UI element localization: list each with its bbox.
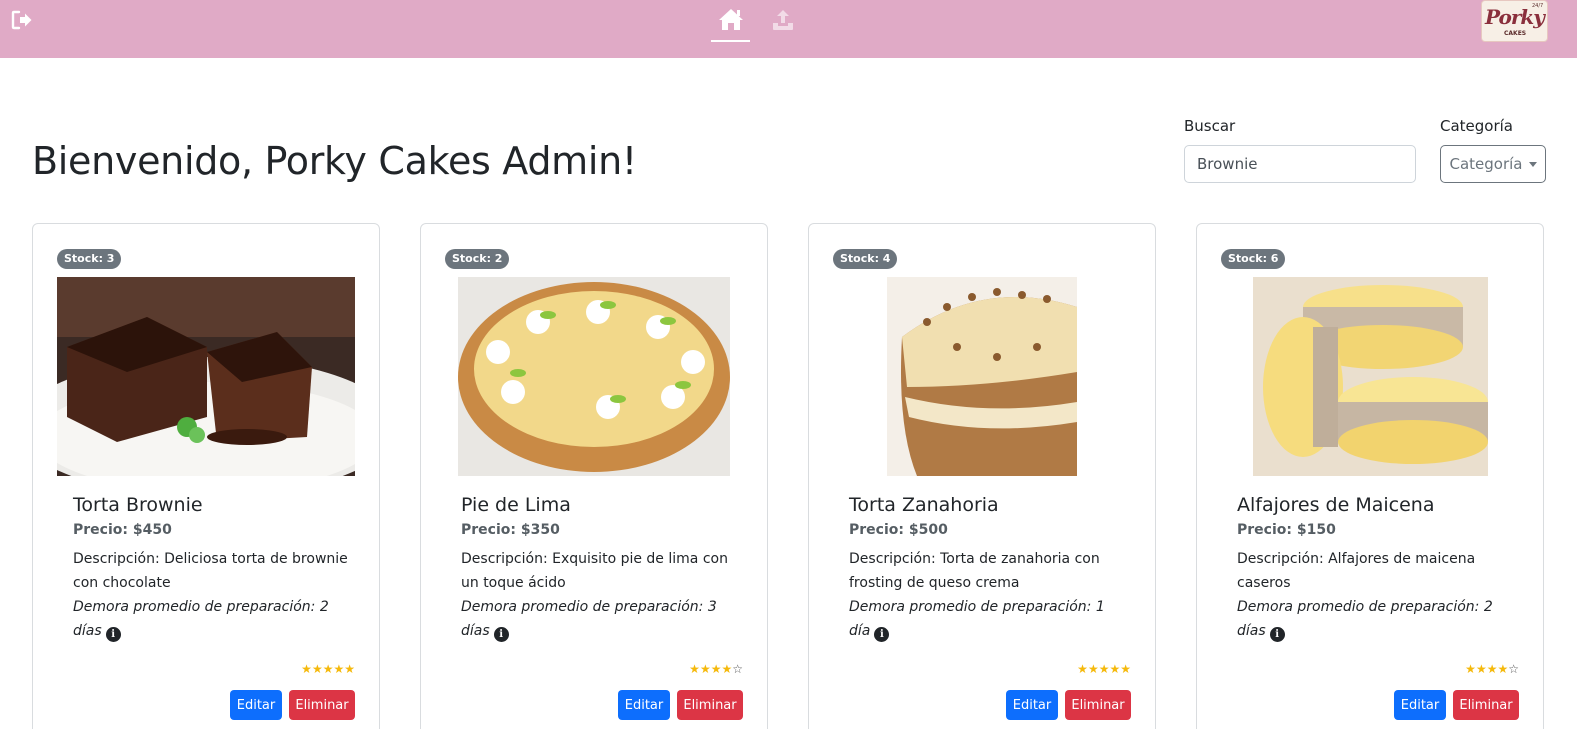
star-icon: ★ [710,662,722,676]
product-title: Pie de Lima [461,494,571,516]
search-input[interactable] [1184,145,1416,183]
product-description: Descripción: Exquisito pie de lima con u… [461,551,728,591]
product-card: Stock: 4 Torta Zanahoria Precio: $500 De… [808,223,1156,729]
product-description: Descripción: Torta de zanahoria con fros… [849,551,1100,591]
product-price: Precio: $450 [73,522,172,538]
star-rating: ★★★★☆ [1465,662,1519,676]
product-card: Stock: 3 Torta Brownie Precio: $450 Desc… [32,223,380,729]
alfajores-image [1253,277,1488,476]
delete-button[interactable]: Eliminar [1065,690,1131,720]
star-icon: ★ [301,662,312,676]
navbar: Porky CAKES 24/7 [0,0,1577,58]
star-icon: ★ [1497,662,1509,676]
star-icon: ★ [1109,662,1121,676]
product-title: Torta Brownie [73,494,203,516]
stock-badge: Stock: 3 [57,249,122,269]
star-icon: ★ [721,662,733,676]
star-icon: ☆ [1508,662,1519,676]
product-title: Alfajores de Maicena [1237,494,1435,516]
star-icon: ★ [344,662,355,676]
home-active-underline [711,40,750,42]
edit-button[interactable]: Editar [230,690,282,720]
logo-tiny: 24/7 [1532,3,1544,9]
star-icon: ★ [1475,662,1487,676]
upload-icon[interactable] [770,6,796,34]
product-title: Torta Zanahoria [849,494,999,516]
edit-button[interactable]: Editar [1006,690,1058,720]
info-icon[interactable]: i [874,627,890,642]
edit-button[interactable]: Editar [618,690,670,720]
star-icon: ★ [1120,662,1131,676]
star-icon: ★ [322,662,334,676]
star-icon: ★ [689,662,700,676]
delete-button[interactable]: Eliminar [1453,690,1519,720]
product-price: Precio: $350 [461,522,560,538]
product-prep-time: Demora promedio de preparación: 2 días i [1237,595,1517,643]
product-prep-time: Demora promedio de preparación: 2 días i [73,595,353,643]
product-card: Stock: 6 Alfajores de Maicena Precio: $1… [1196,223,1544,729]
star-icon: ★ [1465,662,1476,676]
star-icon: ★ [699,662,711,676]
product-description: Descripción: Deliciosa torta de brownie … [73,551,348,591]
logout-icon[interactable] [10,9,34,31]
star-rating: ★★★★★ [1077,662,1131,676]
product-prep-time: Demora promedio de preparación: 3 días i [461,595,741,643]
stock-badge: Stock: 6 [1221,249,1286,269]
edit-button[interactable]: Editar [1394,690,1446,720]
star-icon: ☆ [732,662,743,676]
page-title: Bienvenido, Porky Cakes Admin! [32,139,637,183]
product-card: Stock: 2 Pie de Lima Precio: $350 Descri… [420,223,768,729]
info-icon[interactable]: i [105,627,121,642]
info-icon[interactable]: i [493,627,509,642]
star-icon: ★ [1087,662,1099,676]
porky-cakes-logo[interactable]: Porky CAKES 24/7 [1481,0,1548,42]
category-dropdown-button[interactable]: Categoría [1440,145,1546,183]
star-icon: ★ [1077,662,1088,676]
star-rating: ★★★★☆ [689,662,743,676]
star-icon: ★ [1486,662,1498,676]
info-icon[interactable]: i [1269,627,1285,642]
logo-sub: CAKES [1504,30,1527,37]
search-label: Buscar [1184,117,1236,135]
star-icon: ★ [311,662,323,676]
delete-button[interactable]: Eliminar [677,690,743,720]
delete-button[interactable]: Eliminar [289,690,355,720]
category-button-label: Categoría [1449,155,1523,173]
stock-badge: Stock: 4 [833,249,898,269]
stock-badge: Stock: 2 [445,249,510,269]
product-description: Descripción: Alfajores de maicena casero… [1237,551,1476,591]
product-price: Precio: $150 [1237,522,1336,538]
brownie-image [57,277,355,476]
carrot-cake-image [887,277,1077,476]
category-label: Categoría [1440,117,1514,135]
lime-pie-image [458,277,730,476]
product-prep-time: Demora promedio de preparación: 1 día i [849,595,1129,643]
chevron-down-icon [1528,161,1537,167]
home-icon[interactable] [711,2,751,42]
product-price: Precio: $500 [849,522,948,538]
star-rating: ★★★★★ [301,662,355,676]
star-icon: ★ [1098,662,1110,676]
star-icon: ★ [333,662,345,676]
